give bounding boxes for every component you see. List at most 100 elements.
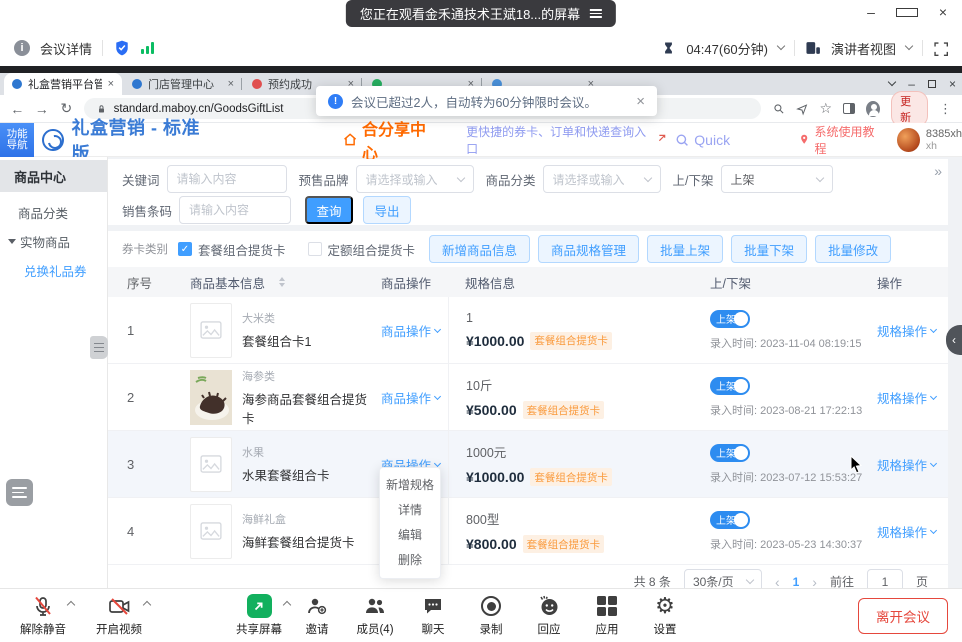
search-button[interactable]: 查询 [305,196,353,224]
bulk-onshelf-button[interactable]: 批量上架 [647,235,723,263]
video-options-chevron[interactable] [143,601,151,609]
spec-op-dropdown[interactable]: 规格操作 [877,321,936,340]
checkbox-fixed-card[interactable]: 定额组合提货卡 [308,240,416,259]
shelf-toggle[interactable]: 上架 [710,377,750,395]
shelf-toggle[interactable]: 上架 [710,444,750,462]
info-icon[interactable]: i [14,40,30,56]
tutorial-link[interactable]: 系统使用教程 [798,123,883,157]
timer-chevron-icon[interactable] [777,42,785,50]
export-button[interactable]: 导出 [363,196,411,224]
apps-button[interactable]: 应用 [578,594,636,637]
category-select[interactable]: 请选择或输入 [543,165,661,193]
leave-meeting-button[interactable]: 离开会议 [858,598,948,634]
username: 8385xhxh [926,128,962,152]
start-video-button[interactable]: 开启视频 [90,594,148,637]
minimize-icon[interactable]: – [860,4,882,20]
barcode-input[interactable] [189,203,281,217]
side-panel-icon[interactable] [843,103,855,114]
current-page[interactable]: 1 [793,575,800,589]
share-center-link[interactable]: 合分享中心 [342,116,438,164]
checkbox-checked-icon[interactable]: ✓ [178,242,192,256]
members-button[interactable]: 成员(4) [346,594,404,637]
shelf-toggle[interactable]: 上架 [710,511,750,529]
tab-search-icon[interactable] [888,78,896,86]
site-header: 功能导航 礼盒营销 - 标准版 合分享中心 更快捷的券卡、订单和快递查询入口 Q… [0,123,962,157]
sort-icon[interactable] [279,277,285,287]
browser-close-icon[interactable]: × [949,77,956,91]
reactions-button[interactable]: 回应 [520,594,578,637]
brand-select[interactable]: 请选择或输入 [356,165,474,193]
meeting-timer[interactable]: 04:47(60分钟) [686,39,768,58]
settings-button[interactable]: ⚙ 设置 [636,594,694,637]
mic-muted-icon [32,594,54,618]
menu-item-add-spec[interactable]: 新增规格 [380,473,440,498]
share-icon[interactable] [796,102,808,116]
table-row: 1 大米类套餐组合卡1 商品操作 1 ¥1000.00套餐组合提货卡 上架 [108,297,948,364]
network-signal-icon[interactable] [141,42,154,54]
share-screen-button[interactable]: 共享屏幕 [230,594,288,637]
spec-op-dropdown[interactable]: 规格操作 [877,455,936,474]
chat-button[interactable]: 聊天 [404,594,462,637]
tab-close-icon[interactable]: × [108,78,114,90]
tab-gift-admin[interactable]: 礼盒营销平台管理中心 × [4,73,122,95]
user-avatar[interactable] [897,128,920,152]
spec-op-dropdown[interactable]: 规格操作 [877,522,936,541]
table-row: 2 海参类海参商品套餐组合提货卡 商品操作 10斤 ¥500.00套餐组合提货卡… [108,364,948,431]
sidebar-item-gift-voucher[interactable]: 兑换礼品券 [0,256,107,285]
quick-link[interactable]: Quick [657,132,730,148]
browser-minimize-icon[interactable]: – [908,77,915,91]
sidebar-item-physical-goods[interactable]: 实物商品 [0,227,107,256]
chevron-down-icon [930,459,937,466]
meeting-detail-link[interactable]: 会议详情 [40,39,92,58]
forward-icon[interactable]: → [35,101,50,117]
menu-item-detail[interactable]: 详情 [380,498,440,523]
spec-manage-button[interactable]: 商品规格管理 [538,235,639,263]
sidebar-item-categories[interactable]: 商品分类 [0,198,107,227]
tab-close-icon[interactable]: × [228,78,234,90]
collapse-filters-icon[interactable]: » [934,163,940,179]
apps-grid-icon [597,594,618,618]
menu-item-edit[interactable]: 编辑 [380,523,440,548]
shelf-toggle[interactable]: 上架 [710,310,750,328]
product-op-menu: 新增规格 详情 编辑 删除 [379,467,441,579]
bookmark-star-icon[interactable]: ☆ [820,100,833,117]
view-chevron-icon[interactable] [905,42,913,50]
hourglass-icon [661,40,676,56]
product-op-dropdown[interactable]: 商品操作 [381,388,440,407]
close-icon[interactable]: × [932,4,954,20]
feature-nav-button[interactable]: 功能导航 [0,123,34,157]
mic-options-chevron[interactable] [67,601,75,609]
chevron-down-icon [434,325,441,332]
product-op-dropdown[interactable]: 商品操作 [381,321,440,340]
record-icon [481,594,501,618]
chevron-down-icon [434,459,441,466]
sidebar-collapse-handle[interactable] [90,336,108,359]
fullscreen-icon[interactable] [933,41,948,56]
view-mode-selector[interactable]: 演讲者视图 [831,39,896,58]
record-button[interactable]: 录制 [462,594,520,637]
profile-avatar[interactable] [866,101,880,117]
shelf-select[interactable]: 上架 [721,165,833,193]
banner-menu-icon[interactable] [590,9,602,18]
add-product-button[interactable]: 新增商品信息 [429,235,530,263]
chrome-update-button[interactable]: 更新 [891,91,928,127]
zoom-icon[interactable] [773,102,785,116]
bulk-offshelf-button[interactable]: 批量下架 [731,235,807,263]
spec-op-dropdown[interactable]: 规格操作 [877,388,936,407]
browser-restore-icon[interactable] [928,77,936,91]
shared-browser-window: 礼盒营销平台管理中心 × 门店管理中心 × 预约成功 × × [0,66,962,588]
keyword-input[interactable] [177,172,277,186]
checkbox-unchecked-icon[interactable] [308,242,322,256]
back-icon[interactable]: ← [10,101,25,117]
floating-list-button[interactable] [6,479,33,506]
security-shield-icon[interactable] [113,39,131,57]
unmute-button[interactable]: 解除静音 [14,594,72,637]
maximize-icon[interactable] [896,4,918,20]
browser-menu-icon[interactable]: ⋮ [939,101,952,117]
invite-button[interactable]: 邀请 [288,594,346,637]
menu-item-delete[interactable]: 删除 [380,548,440,573]
toast-close-icon[interactable]: × [636,93,645,110]
tab-store-admin[interactable]: 门店管理中心 × [124,73,242,95]
bulk-edit-button[interactable]: 批量修改 [815,235,891,263]
checkbox-combo-card[interactable]: ✓ 套餐组合提货卡 [178,240,286,259]
